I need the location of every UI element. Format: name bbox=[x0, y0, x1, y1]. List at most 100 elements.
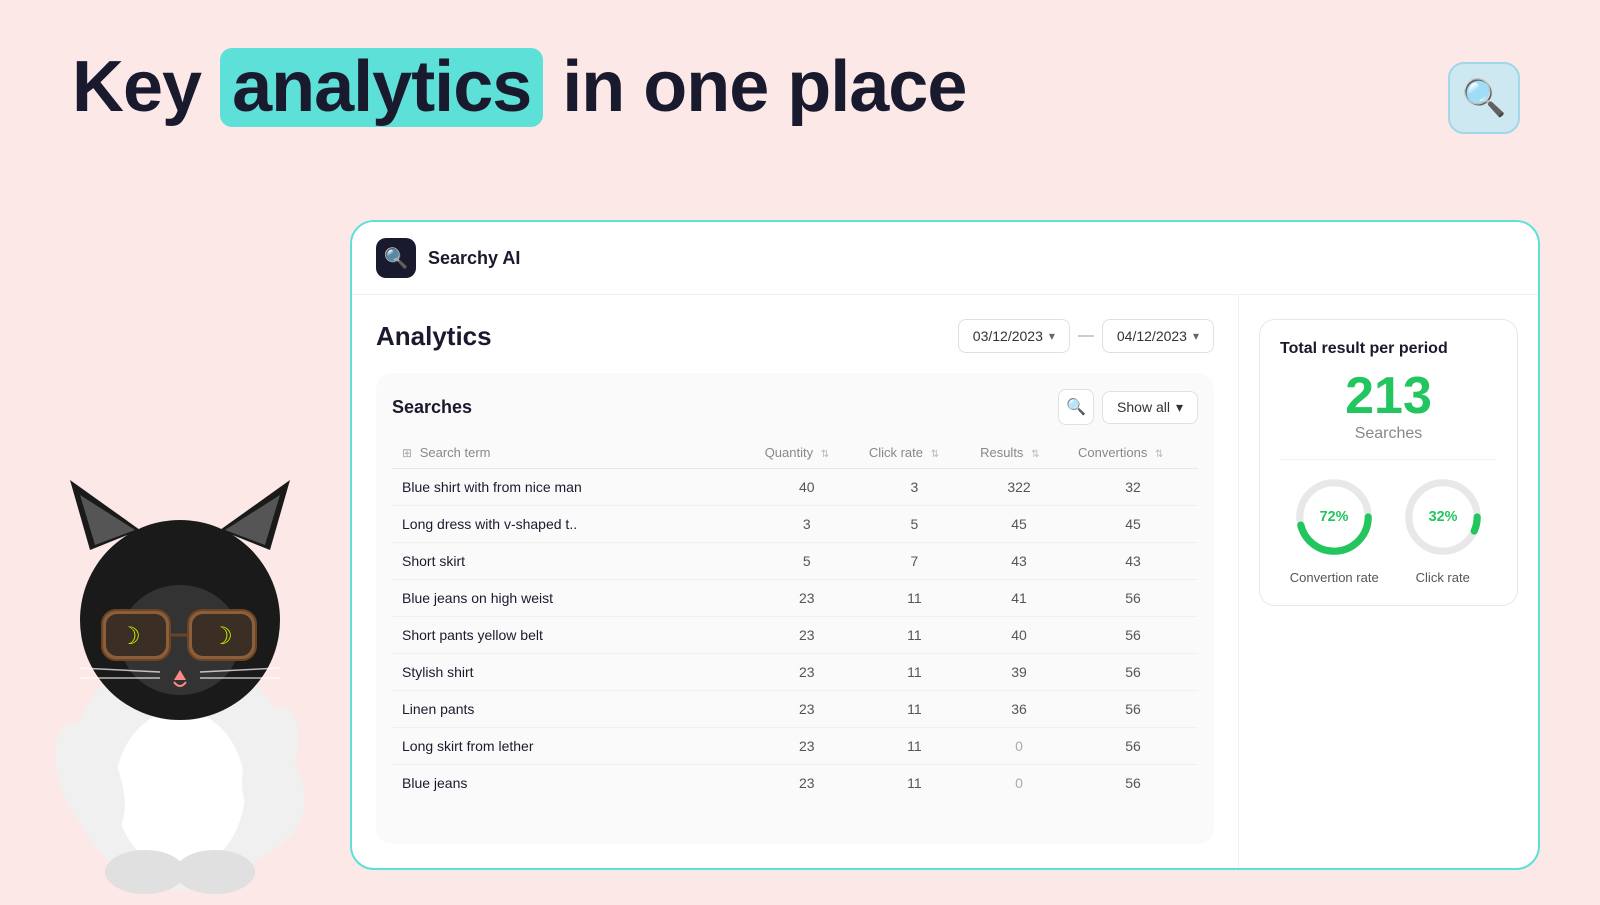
col-conversions: Convertions ⇅ bbox=[1068, 437, 1198, 469]
cell-quantity: 23 bbox=[755, 617, 859, 654]
quantity-sort-icon: ⇅ bbox=[821, 449, 829, 460]
cell-quantity: 3 bbox=[755, 506, 859, 543]
cell-term: Linen pants bbox=[392, 691, 755, 728]
cell-conversions: 56 bbox=[1068, 691, 1198, 728]
cell-term: Blue jeans bbox=[392, 765, 755, 802]
click-rate-label: Click rate bbox=[1416, 570, 1470, 585]
col-results: Results ⇅ bbox=[970, 437, 1068, 469]
click-rate-sort-icon: ⇅ bbox=[931, 449, 939, 460]
stat-big-number: 213 bbox=[1280, 368, 1497, 425]
date-range: 03/12/2023 ▾ — 04/12/2023 ▾ bbox=[958, 319, 1214, 353]
conversion-rate-label: Convertion rate bbox=[1290, 570, 1379, 585]
cell-quantity: 23 bbox=[755, 691, 859, 728]
table-row: Stylish shirt 23 11 39 56 bbox=[392, 654, 1198, 691]
table-row: Blue jeans 23 11 0 56 bbox=[392, 765, 1198, 802]
cell-term: Long dress with v-shaped t.. bbox=[392, 506, 755, 543]
topbar-logo-icon: 🔍 bbox=[384, 246, 409, 271]
table-actions: 🔍 Show all ▾ bbox=[1058, 389, 1198, 425]
cell-quantity: 23 bbox=[755, 654, 859, 691]
topbar-logo: 🔍 bbox=[376, 238, 416, 278]
click-rate-value: 32% bbox=[1428, 509, 1457, 525]
topbar: 🔍 Searchy AI bbox=[352, 222, 1538, 295]
table-header-row: Searches 🔍 Show all ▾ bbox=[392, 389, 1198, 425]
cell-quantity: 23 bbox=[755, 765, 859, 802]
cat-illustration: ☽ ☽ bbox=[30, 400, 330, 900]
cell-results: 322 bbox=[970, 469, 1068, 506]
svg-text:☽: ☽ bbox=[211, 623, 233, 650]
hero-title-highlight: analytics bbox=[220, 48, 543, 127]
cell-term: Long skirt from lether bbox=[392, 728, 755, 765]
cell-click-rate: 7 bbox=[859, 543, 970, 580]
right-panel: Total result per period 213 Searches 72%… bbox=[1238, 295, 1538, 868]
cell-results: 36 bbox=[970, 691, 1068, 728]
cell-term: Short pants yellow belt bbox=[392, 617, 755, 654]
cell-quantity: 5 bbox=[755, 543, 859, 580]
table-row: Long skirt from lether 23 11 0 56 bbox=[392, 728, 1198, 765]
show-all-chevron: ▾ bbox=[1176, 399, 1183, 416]
table-row: Linen pants 23 11 36 56 bbox=[392, 691, 1198, 728]
table-scroll-area[interactable]: ⊞ Search term Quantity ⇅ Click rate ⇅ bbox=[392, 437, 1198, 828]
analytics-content: Analytics 03/12/2023 ▾ — 04/12/2023 ▾ S bbox=[352, 295, 1538, 868]
show-all-label: Show all bbox=[1117, 399, 1170, 415]
cell-click-rate: 11 bbox=[859, 617, 970, 654]
app-corner-icon: 🔍 bbox=[1462, 77, 1507, 119]
cell-quantity: 23 bbox=[755, 728, 859, 765]
table-row: Short skirt 5 7 43 43 bbox=[392, 543, 1198, 580]
stat-sub-label: Searches bbox=[1280, 425, 1497, 443]
cell-conversions: 45 bbox=[1068, 506, 1198, 543]
table-row: Blue shirt with from nice man 40 3 322 3… bbox=[392, 469, 1198, 506]
cell-conversions: 32 bbox=[1068, 469, 1198, 506]
date-from-chevron: ▾ bbox=[1049, 329, 1055, 343]
table-row: Short pants yellow belt 23 11 40 56 bbox=[392, 617, 1198, 654]
date-to-value: 04/12/2023 bbox=[1117, 328, 1187, 344]
col-click-rate: Click rate ⇅ bbox=[859, 437, 970, 469]
cell-results: 39 bbox=[970, 654, 1068, 691]
cell-results: 45 bbox=[970, 506, 1068, 543]
cell-conversions: 56 bbox=[1068, 617, 1198, 654]
col-search-term: ⊞ Search term bbox=[392, 437, 755, 469]
table-row: Blue jeans on high weist 23 11 41 56 bbox=[392, 580, 1198, 617]
stat-card: Total result per period 213 Searches 72%… bbox=[1259, 319, 1518, 606]
conversion-rate-stat: 72% Convertion rate bbox=[1289, 472, 1379, 585]
cell-click-rate: 3 bbox=[859, 469, 970, 506]
circles-row: 72% Convertion rate 32% Click rate bbox=[1280, 472, 1497, 585]
cell-click-rate: 11 bbox=[859, 691, 970, 728]
hero-title-after: in one place bbox=[543, 47, 966, 127]
cell-results: 0 bbox=[970, 728, 1068, 765]
cell-quantity: 23 bbox=[755, 580, 859, 617]
stat-divider bbox=[1280, 459, 1497, 460]
search-button[interactable]: 🔍 bbox=[1058, 389, 1094, 425]
cell-conversions: 56 bbox=[1068, 728, 1198, 765]
show-all-button[interactable]: Show all ▾ bbox=[1102, 391, 1198, 424]
cell-conversions: 56 bbox=[1068, 765, 1198, 802]
click-rate-stat: 32% Click rate bbox=[1398, 472, 1488, 585]
stat-card-title: Total result per period bbox=[1280, 340, 1497, 358]
date-from-picker[interactable]: 03/12/2023 ▾ bbox=[958, 319, 1070, 353]
analytics-title: Analytics bbox=[376, 321, 492, 352]
topbar-app-name: Searchy AI bbox=[428, 248, 520, 269]
date-from-value: 03/12/2023 bbox=[973, 328, 1043, 344]
cell-conversions: 56 bbox=[1068, 580, 1198, 617]
cell-click-rate: 11 bbox=[859, 728, 970, 765]
dashboard-card: 🔍 Searchy AI Analytics 03/12/2023 ▾ — 04… bbox=[350, 220, 1540, 870]
analytics-header: Analytics 03/12/2023 ▾ — 04/12/2023 ▾ bbox=[376, 319, 1214, 353]
click-rate-donut: 32% bbox=[1398, 472, 1488, 562]
conversion-rate-value: 72% bbox=[1320, 509, 1349, 525]
date-separator: — bbox=[1078, 327, 1094, 345]
hero-title-before: Key bbox=[72, 47, 220, 127]
cell-results: 41 bbox=[970, 580, 1068, 617]
date-to-picker[interactable]: 04/12/2023 ▾ bbox=[1102, 319, 1214, 353]
searches-table: ⊞ Search term Quantity ⇅ Click rate ⇅ bbox=[392, 437, 1198, 801]
cell-click-rate: 11 bbox=[859, 580, 970, 617]
table-section-title: Searches bbox=[392, 397, 472, 418]
table-section: Searches 🔍 Show all ▾ bbox=[376, 373, 1214, 844]
cell-term: Short skirt bbox=[392, 543, 755, 580]
cell-quantity: 40 bbox=[755, 469, 859, 506]
cell-term: Blue jeans on high weist bbox=[392, 580, 755, 617]
app-icon-corner: 🔍 bbox=[1448, 62, 1520, 134]
cell-click-rate: 5 bbox=[859, 506, 970, 543]
conversions-sort-icon: ⇅ bbox=[1155, 449, 1163, 460]
cell-results: 43 bbox=[970, 543, 1068, 580]
date-to-chevron: ▾ bbox=[1193, 329, 1199, 343]
results-sort-icon: ⇅ bbox=[1031, 449, 1039, 460]
